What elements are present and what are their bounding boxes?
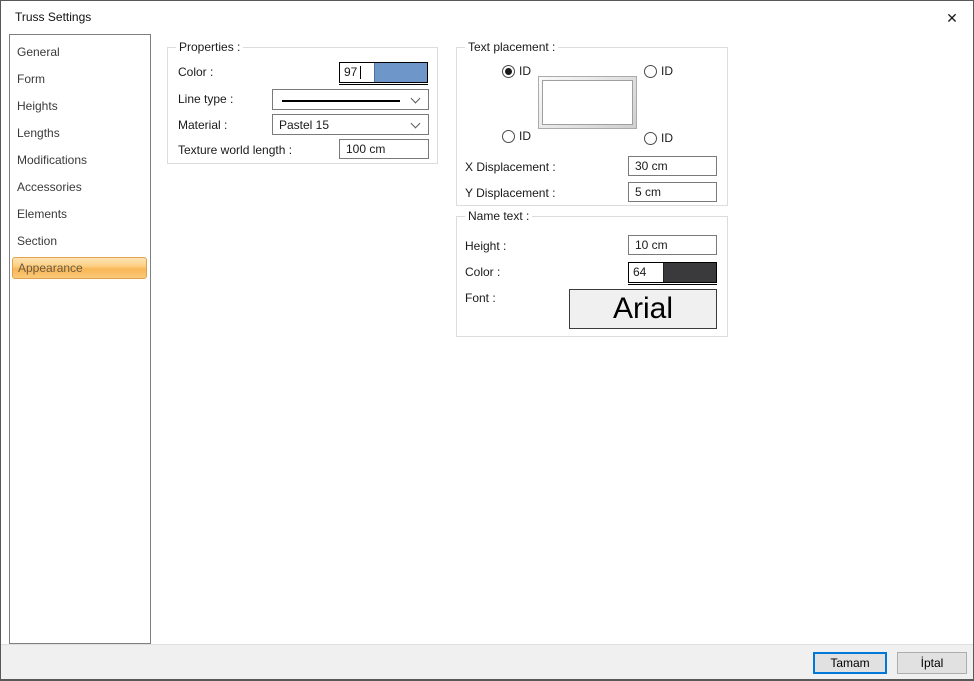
truss-color-swatch[interactable] — [374, 63, 427, 82]
sidebar-item-accessories[interactable]: Accessories — [10, 174, 150, 201]
dialog-title: Truss Settings — [15, 10, 91, 24]
placement-preview-inner — [542, 80, 633, 125]
chevron-down-icon — [411, 94, 421, 104]
close-icon[interactable]: ✕ — [941, 7, 963, 29]
name-height-input[interactable] — [628, 235, 717, 255]
name-color-picker[interactable]: 64 — [628, 262, 717, 283]
sidebar-item-lengths[interactable]: Lengths — [10, 120, 150, 147]
sidebar-item-section[interactable]: Section — [10, 228, 150, 255]
name-text-group: Name text : Height : Color : 64 Font : A… — [456, 216, 728, 337]
radio-label: ID — [519, 64, 531, 78]
font-picker-button[interactable]: Arial — [569, 289, 717, 329]
radio-label: ID — [519, 129, 531, 143]
text-caret — [360, 66, 361, 79]
truss-color-picker[interactable]: 97 — [339, 62, 428, 83]
footer-bar: Tamam İptal — [1, 644, 973, 679]
line-type-solid-preview — [282, 100, 400, 102]
material-dropdown[interactable]: Pastel 15 — [272, 114, 429, 135]
name-color-swatch[interactable] — [663, 263, 716, 282]
name-height-label: Height : — [465, 239, 506, 253]
color-label: Color : — [178, 65, 213, 79]
sidebar-item-modifications[interactable]: Modifications — [10, 147, 150, 174]
y-displacement-input[interactable] — [628, 182, 717, 202]
radio-label: ID — [661, 64, 673, 78]
name-font-label: Font : — [465, 291, 496, 305]
line-type-dropdown[interactable] — [272, 89, 429, 110]
name-color-number[interactable]: 64 — [629, 263, 663, 282]
texture-length-input[interactable] — [339, 139, 429, 159]
radio-icon[interactable] — [644, 132, 657, 145]
x-displacement-label: X Displacement : — [465, 160, 556, 174]
line-type-label: Line type : — [178, 92, 233, 106]
cancel-button[interactable]: İptal — [897, 652, 967, 674]
sidebar-item-general[interactable]: General — [10, 39, 150, 66]
placement-radio-bottom-right[interactable]: ID — [644, 131, 673, 145]
placement-radio-top-left[interactable]: ID — [502, 64, 531, 78]
sidebar-item-heights[interactable]: Heights — [10, 93, 150, 120]
truss-settings-dialog: Truss Settings ✕ General Form Heights Le… — [0, 0, 974, 681]
y-displacement-label: Y Displacement : — [465, 186, 556, 200]
ok-button[interactable]: Tamam — [813, 652, 887, 674]
sidebar: General Form Heights Lengths Modificatio… — [9, 34, 151, 644]
chevron-down-icon — [411, 119, 421, 129]
text-placement-group: Text placement : ID ID ID ID X Displacem… — [456, 47, 728, 206]
name-text-legend: Name text : — [465, 209, 532, 223]
text-placement-legend: Text placement : — [465, 40, 558, 54]
sidebar-item-appearance[interactable]: Appearance — [12, 257, 147, 279]
radio-icon[interactable] — [644, 65, 657, 78]
sidebar-item-form[interactable]: Form — [10, 66, 150, 93]
truss-color-number[interactable]: 97 — [340, 63, 374, 82]
placement-radio-bottom-left[interactable]: ID — [502, 129, 531, 143]
placement-radio-top-right[interactable]: ID — [644, 64, 673, 78]
x-displacement-input[interactable] — [628, 156, 717, 176]
texture-length-label: Texture world length : — [178, 143, 292, 157]
titlebar: Truss Settings ✕ — [1, 1, 973, 34]
radio-label: ID — [661, 131, 673, 145]
radio-icon[interactable] — [502, 130, 515, 143]
material-label: Material : — [178, 118, 227, 132]
sidebar-item-elements[interactable]: Elements — [10, 201, 150, 228]
placement-preview-rect — [538, 76, 637, 129]
radio-icon[interactable] — [502, 65, 515, 78]
material-value: Pastel 15 — [279, 118, 329, 132]
properties-legend: Properties : — [176, 40, 243, 54]
name-color-label: Color : — [465, 265, 500, 279]
properties-group: Properties : Color : 97 Line type : Mate… — [167, 47, 438, 164]
